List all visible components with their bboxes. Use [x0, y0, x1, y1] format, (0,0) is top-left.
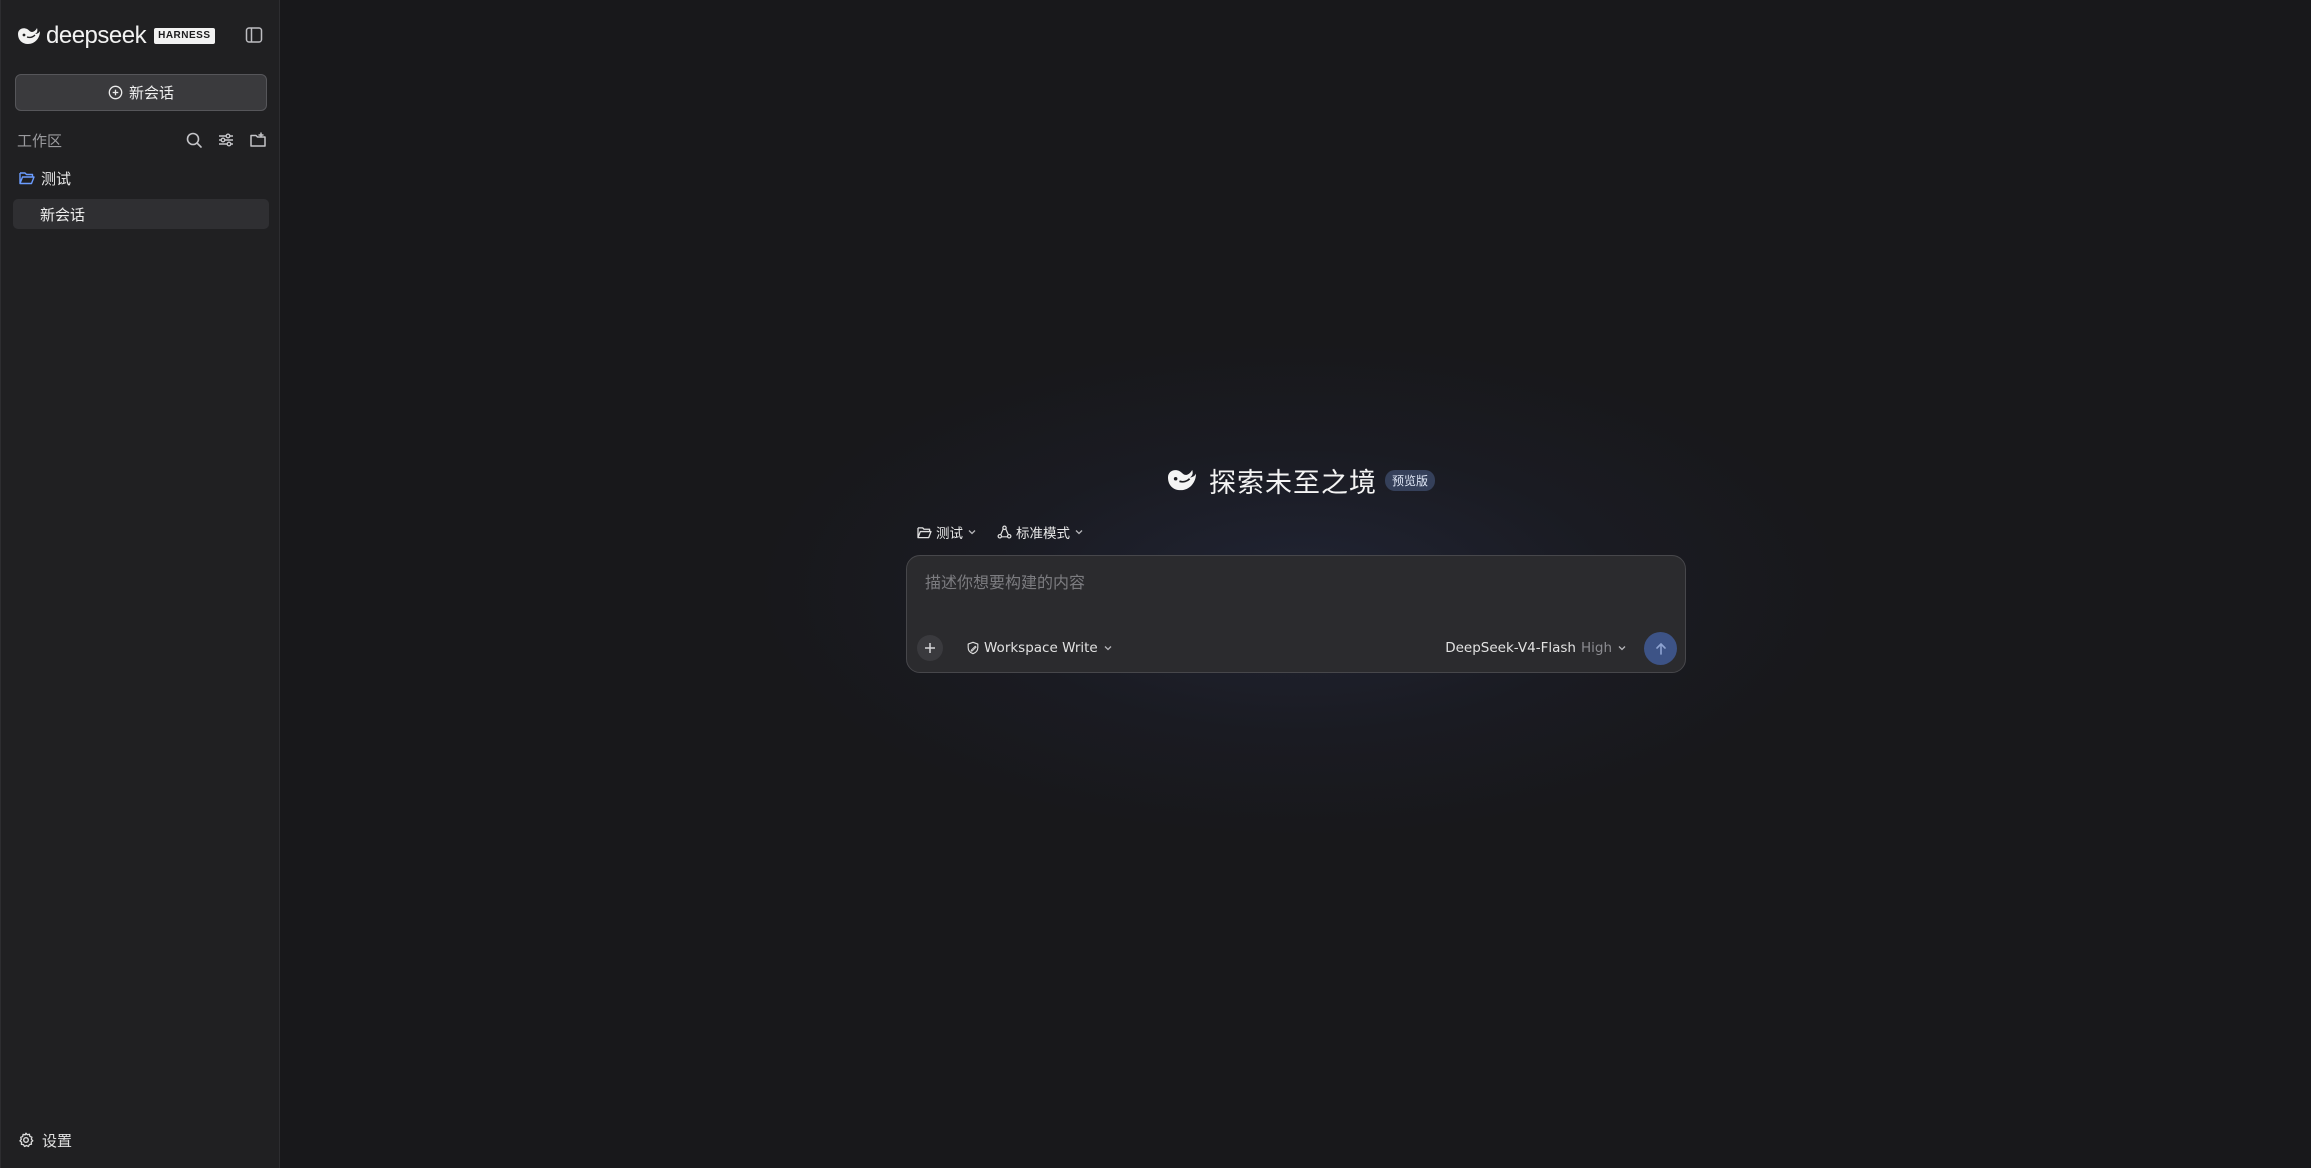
mode-selector[interactable]: 标准模式 — [997, 522, 1084, 542]
brand-badge: HARNESS — [154, 28, 215, 44]
whale-logo-icon — [1168, 469, 1196, 491]
brand-name: deepseek — [46, 22, 147, 49]
conversation-label: 新会话 — [40, 205, 86, 224]
preview-badge: 预览版 — [1385, 469, 1436, 491]
folder-open-icon — [19, 172, 35, 185]
conversation-item[interactable]: 新会话 — [13, 199, 269, 229]
prompt-input[interactable] — [923, 568, 1663, 596]
sliders-icon[interactable] — [217, 131, 235, 149]
new-chat-button[interactable]: 新会话 — [15, 74, 267, 111]
whale-logo-icon — [18, 28, 40, 44]
project-selector-label: 测试 — [936, 526, 963, 542]
hero-heading: 探索未至之境 预览版 — [1165, 463, 1436, 499]
folder-item-test[interactable]: 测试 — [19, 167, 71, 189]
shield-edit-icon — [967, 641, 979, 655]
chevron-down-icon — [1075, 530, 1083, 535]
model-level: High — [1580, 640, 1612, 656]
folder-plus-icon[interactable] — [249, 131, 267, 149]
sidebar-toggle-icon[interactable] — [245, 26, 263, 44]
model-name: DeepSeek-V4-Flash — [1445, 640, 1576, 656]
attach-button[interactable] — [917, 635, 943, 661]
plus-icon — [925, 643, 935, 653]
new-chat-label: 新会话 — [128, 84, 174, 102]
app-window: deepseek HARNESS 新会话 工作区 测试 新会话 设置 探索未至之… — [0, 0, 2311, 1168]
chevron-down-icon — [968, 530, 976, 535]
chevron-down-icon — [1618, 646, 1626, 651]
arrow-up-icon — [1655, 642, 1666, 655]
gear-icon — [19, 1132, 34, 1148]
plus-circle-icon — [108, 85, 123, 100]
permission-selector[interactable]: Workspace Write — [966, 639, 1113, 657]
context-selectors: 测试 标准模式 — [917, 522, 1104, 542]
brand: deepseek HARNESS — [16, 22, 215, 50]
cycle-icon — [997, 525, 1012, 539]
search-icon[interactable] — [185, 131, 203, 149]
chevron-down-icon — [1104, 646, 1112, 651]
project-selector[interactable]: 测试 — [917, 522, 977, 542]
model-selector[interactable]: DeepSeek-V4-Flash High — [1445, 639, 1627, 657]
folder-name: 测试 — [41, 169, 72, 188]
hero-title: 探索未至之境 — [1209, 467, 1377, 499]
mode-selector-label: 标准模式 — [1016, 526, 1070, 542]
workspace-label: 工作区 — [17, 131, 63, 150]
folder-open-icon — [917, 526, 932, 538]
composer-box: Workspace Write DeepSeek-V4-Flash High — [906, 555, 1686, 673]
workspace-header: 工作区 — [17, 128, 267, 152]
permission-label: Workspace Write — [984, 640, 1098, 656]
settings-label: 设置 — [42, 1131, 73, 1150]
send-button[interactable] — [1644, 632, 1677, 665]
sidebar: deepseek HARNESS 新会话 工作区 测试 新会话 设置 — [0, 0, 280, 1168]
main-area: 探索未至之境 预览版 测试 标准模式 描述你想要构建的内容 Workspace … — [280, 0, 2311, 1168]
settings-button[interactable]: 设置 — [18, 1130, 72, 1150]
